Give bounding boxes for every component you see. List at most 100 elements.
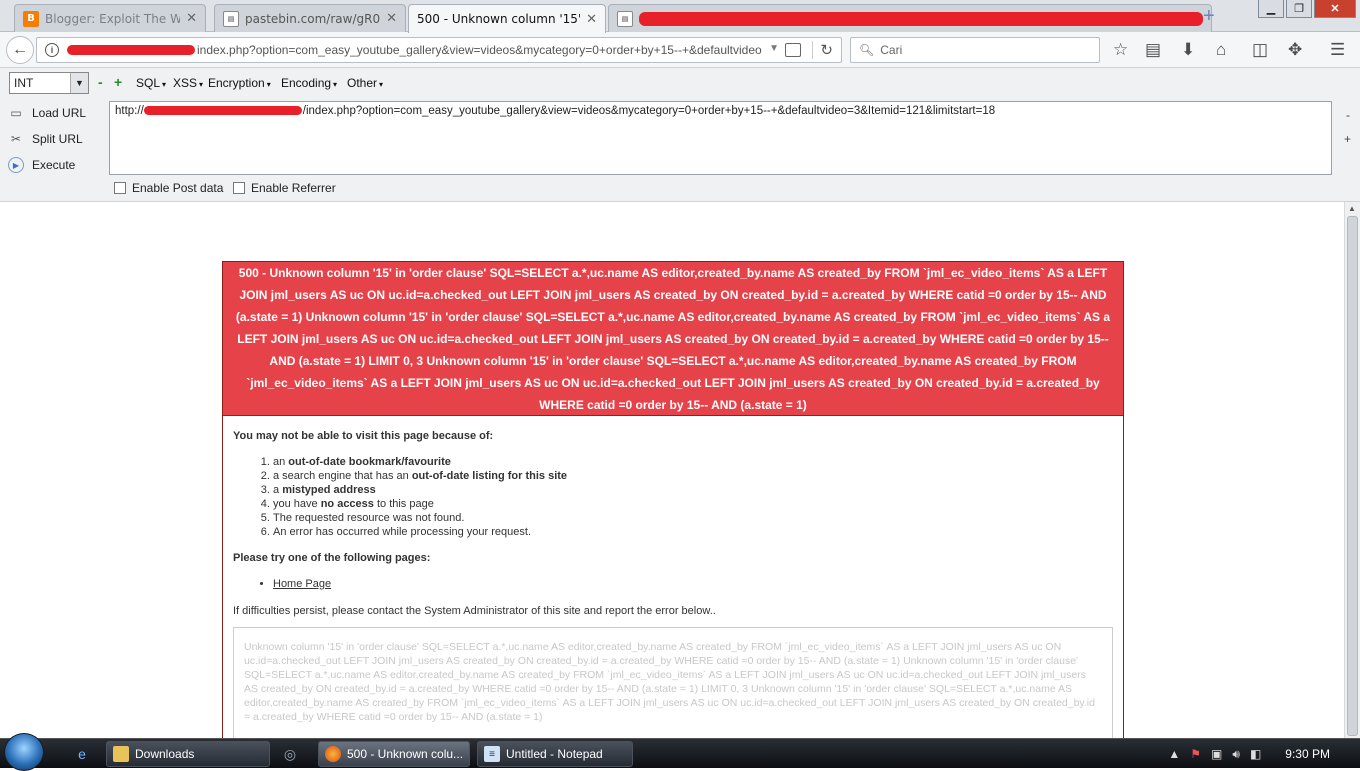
- vertical-scrollbar[interactable]: ▲: [1344, 202, 1360, 738]
- bookmarks-list-icon[interactable]: ▤: [1145, 40, 1161, 60]
- list-item: Home Page: [273, 577, 1113, 591]
- tab-redacted[interactable]: ▤: [608, 4, 1212, 32]
- load-icon: ▭: [10, 106, 22, 120]
- menu-icon[interactable]: ☰: [1330, 40, 1345, 60]
- split-url-button[interactable]: ✂ Split URL: [8, 131, 83, 147]
- list-item: a mistyped address: [273, 483, 1113, 497]
- type-select[interactable]: INT ▼: [9, 72, 89, 94]
- decrement-button[interactable]: -: [98, 75, 103, 89]
- redaction-mark: [639, 11, 1203, 26]
- reload-icon[interactable]: ↻: [820, 41, 833, 59]
- increment-button[interactable]: +: [114, 75, 122, 89]
- chevron-down-icon: ▼: [70, 73, 88, 93]
- grow-button[interactable]: +: [1344, 132, 1351, 146]
- close-icon[interactable]: ✕: [186, 11, 197, 26]
- bookmark-star-icon[interactable]: ☆: [1113, 40, 1128, 60]
- list-item: The requested resource was not found.: [273, 511, 1113, 525]
- taskbar: e Downloads ◎ 500 - Unknown colu... ≡ Un…: [0, 733, 1360, 771]
- close-icon[interactable]: ✕: [386, 11, 397, 26]
- menu-label: Other: [347, 76, 378, 90]
- window-controls: ▁ ❐ ✕: [1258, 0, 1356, 18]
- home-page-link[interactable]: Home Page: [273, 578, 331, 590]
- close-icon[interactable]: ✕: [586, 12, 597, 27]
- search-placeholder: Cari: [880, 43, 903, 57]
- menu-label: XSS: [173, 76, 198, 90]
- page-icon: ▤: [617, 10, 633, 27]
- encryption-menu[interactable]: Encryption ▾: [208, 76, 271, 90]
- encoding-menu[interactable]: Encoding ▾: [281, 76, 337, 90]
- scrollbar-thumb[interactable]: [1347, 216, 1358, 736]
- split-url-label: Split URL: [32, 132, 83, 146]
- maximize-icon[interactable]: ❐: [1286, 0, 1312, 18]
- execute-button[interactable]: ▶ Execute: [8, 157, 75, 173]
- volume-icon[interactable]: 🔊︎: [1232, 747, 1240, 762]
- action-center-icon[interactable]: ⚑: [1190, 747, 1201, 761]
- extension-icon[interactable]: ✥: [1288, 40, 1302, 60]
- address-bar[interactable]: i index.php?option=com_easy_youtube_gall…: [36, 37, 842, 63]
- enable-referrer-checkbox[interactable]: Enable Referrer: [233, 181, 336, 195]
- info-icon[interactable]: i: [45, 43, 59, 57]
- taskbar-downloads[interactable]: Downloads: [106, 741, 270, 767]
- taskbar-notepad[interactable]: ≡ Untitled - Notepad: [477, 741, 633, 767]
- address-text: index.php?option=com_easy_youtube_galler…: [197, 43, 762, 57]
- taskbar-label: Downloads: [135, 747, 195, 761]
- hackbar-panel: INT ▼ - + SQL ▾ XSS ▾ Encryption ▾ Encoding…: [0, 68, 1360, 202]
- list-item: a search engine that has an out-of-date …: [273, 469, 1113, 483]
- notepad-icon: ≡: [484, 746, 500, 762]
- media-icon[interactable]: ◎: [280, 744, 300, 764]
- blogger-icon: B: [23, 10, 39, 27]
- internet-explorer-icon[interactable]: e: [72, 744, 92, 764]
- folder-icon: [113, 746, 129, 762]
- enable-post-data-checkbox[interactable]: Enable Post data: [114, 181, 223, 195]
- search-input[interactable]: 🔍︎ Cari: [850, 37, 1100, 63]
- tab-error-page[interactable]: 500 - Unknown column '15' in ✕: [408, 4, 606, 33]
- sql-menu[interactable]: SQL ▾: [136, 76, 166, 90]
- other-menu[interactable]: Other ▾: [347, 76, 383, 90]
- reasons-heading: You may not be able to visit this page b…: [233, 430, 494, 442]
- tab-blogger[interactable]: B Blogger: Exploit The World ✕: [14, 4, 206, 32]
- tab-title: Blogger: Exploit The World: [45, 11, 180, 26]
- divider: [812, 41, 813, 59]
- load-url-label: Load URL: [32, 106, 87, 120]
- minimize-icon[interactable]: ▁: [1258, 0, 1284, 18]
- language-icon[interactable]: ◧: [1250, 747, 1261, 761]
- system-tray: ▲ ⚑ ▣ 🔊︎ ◧ 9:30 PM: [1168, 739, 1360, 769]
- xss-menu[interactable]: XSS ▾: [173, 76, 203, 90]
- download-icon[interactable]: ⬇: [1181, 40, 1195, 60]
- load-url-button[interactable]: ▭ Load URL: [8, 105, 86, 121]
- close-window-icon[interactable]: ✕: [1314, 0, 1356, 18]
- new-tab-icon[interactable]: +: [1203, 5, 1215, 28]
- pages-list: Home Page: [273, 577, 1113, 591]
- back-button[interactable]: ←: [6, 36, 34, 64]
- error-body: You may not be able to visit this page b…: [223, 416, 1123, 617]
- error-report: Unknown column '15' in 'order clause' SQ…: [233, 627, 1113, 738]
- pocket-icon[interactable]: ◫: [1252, 40, 1268, 60]
- scroll-up-icon[interactable]: ▲: [1348, 204, 1356, 213]
- reasons-list: an out-of-date bookmark/favourite a sear…: [273, 455, 1113, 539]
- scissors-icon: ✂: [10, 132, 22, 146]
- page-content: 500 - Unknown column '15' in 'order clau…: [0, 202, 1344, 738]
- show-hidden-icons-icon[interactable]: ▲: [1168, 747, 1180, 761]
- tab-title: pastebin.com/raw/gR0u8: [245, 11, 381, 26]
- start-button[interactable]: [4, 733, 44, 771]
- reader-view-icon[interactable]: [785, 43, 801, 57]
- menu-label: SQL: [136, 76, 161, 90]
- tab-pastebin[interactable]: ▤ pastebin.com/raw/gR0u8 ✕: [214, 4, 406, 32]
- checkbox-box[interactable]: [233, 182, 245, 194]
- menu-label: Encryption: [208, 76, 265, 90]
- url-text: /index.php?option=com_easy_youtube_galle…: [302, 105, 996, 117]
- checkbox-box[interactable]: [114, 182, 126, 194]
- home-icon[interactable]: ⌂: [1216, 40, 1226, 60]
- dropdown-icon[interactable]: ▼: [769, 43, 779, 54]
- taskbar-firefox[interactable]: 500 - Unknown colu...: [318, 741, 470, 767]
- shrink-button[interactable]: -: [1346, 108, 1350, 122]
- list-item: an out-of-date bookmark/favourite: [273, 455, 1113, 469]
- tab-strip: B Blogger: Exploit The World ✕ ▤ pastebi…: [0, 0, 1360, 33]
- list-item: An error has occurred while processing y…: [273, 525, 1113, 539]
- tab-title: 500 - Unknown column '15' in: [417, 12, 581, 26]
- checkbox-label: Enable Post data: [132, 181, 224, 195]
- firefox-icon: [325, 746, 341, 762]
- url-textarea[interactable]: http:// /index.php?option=com_easy_youtub…: [109, 101, 1332, 175]
- network-icon[interactable]: ▣: [1211, 747, 1222, 761]
- clock[interactable]: 9:30 PM: [1285, 747, 1330, 761]
